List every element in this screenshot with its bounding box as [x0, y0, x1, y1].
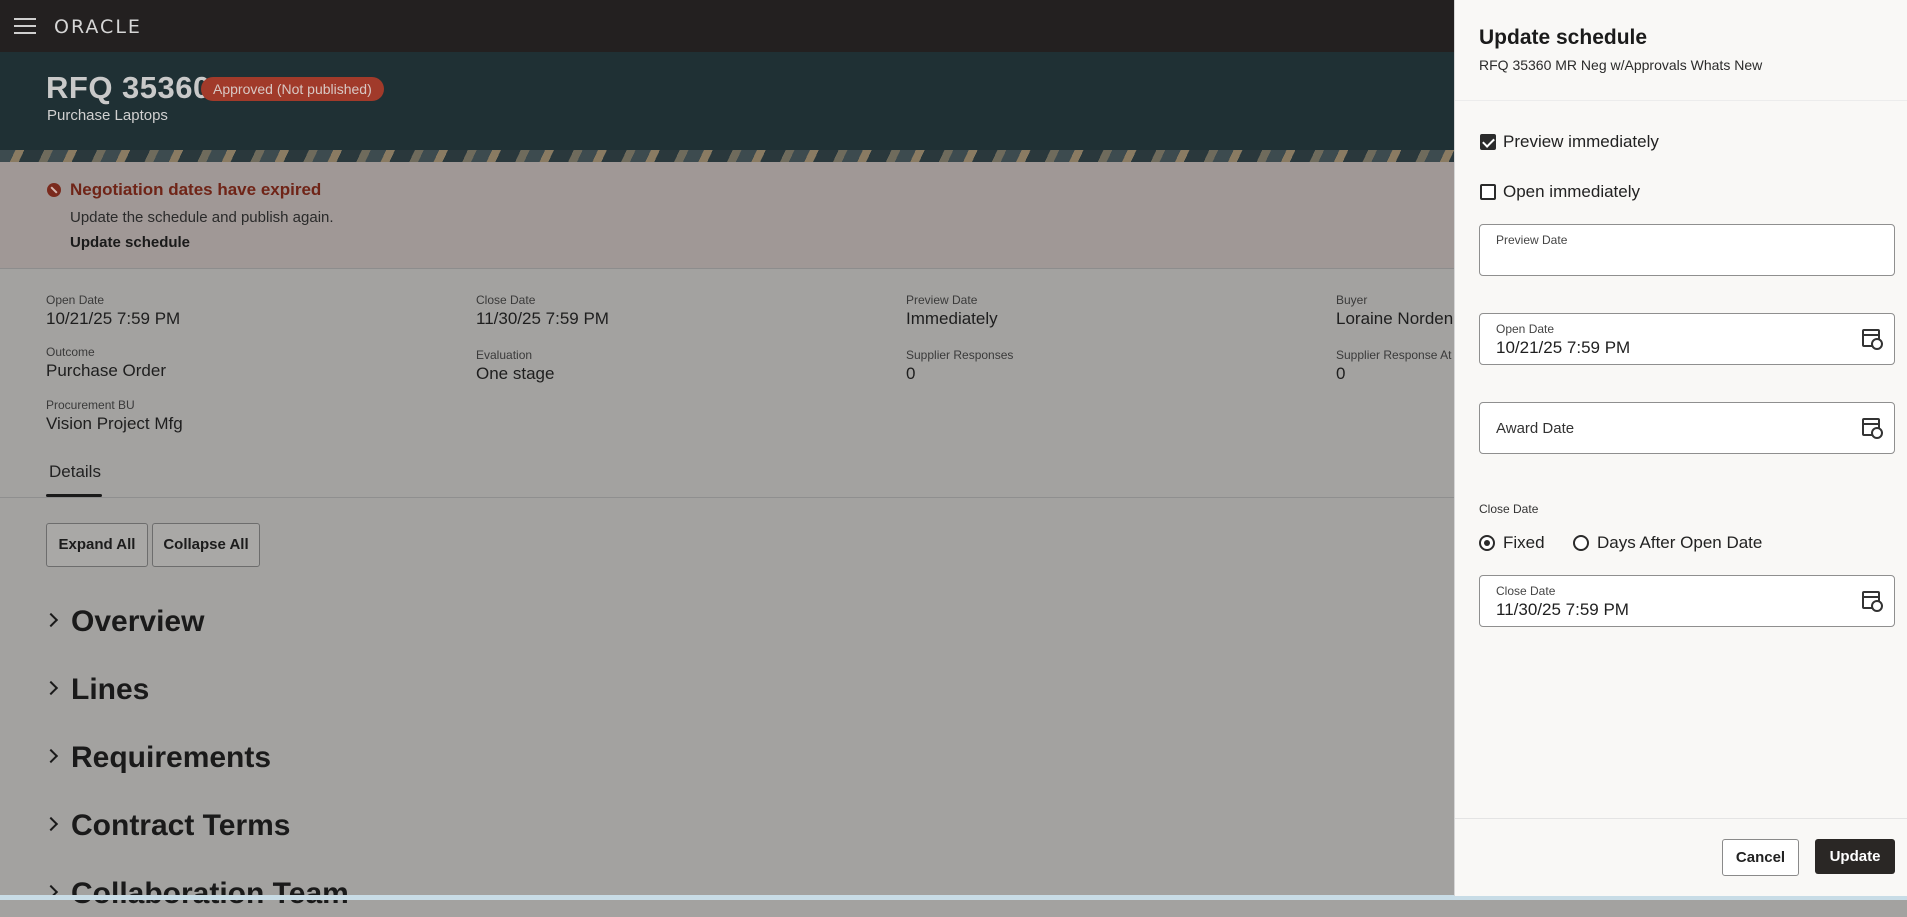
chevron-right-icon	[43, 748, 59, 764]
evaluation-field: Evaluation One stage	[476, 348, 554, 384]
close-date-fixed-label[interactable]: Fixed	[1503, 533, 1545, 553]
input-label: Open Date	[1496, 322, 1555, 336]
cancel-button[interactable]: Cancel	[1722, 839, 1799, 876]
chevron-right-icon	[43, 612, 59, 628]
status-badge: Approved (Not published)	[201, 77, 384, 101]
update-button[interactable]: Update	[1815, 839, 1895, 874]
input-label: Preview Date	[1496, 233, 1568, 247]
section-title: Lines	[71, 673, 150, 706]
section-title: Collaboration Team	[71, 877, 349, 910]
input-label: Close Date	[1496, 584, 1556, 598]
error-icon	[47, 183, 61, 197]
preview-date-input[interactable]: Preview Date	[1479, 224, 1895, 276]
drawer-footer-divider	[1455, 818, 1907, 819]
award-date-input[interactable]: Award Date	[1479, 402, 1895, 454]
error-message: Update the schedule and publish again.	[70, 209, 334, 226]
oracle-logo: ORACLE	[54, 16, 142, 38]
open-date-input[interactable]: Open Date 10/21/25 7:59 PM	[1479, 313, 1895, 365]
update-schedule-drawer: Update schedule RFQ 35360 MR Neg w/Appro…	[1454, 0, 1907, 896]
field-value: One stage	[476, 364, 555, 383]
field-label: Preview Date	[906, 293, 978, 307]
menu-icon[interactable]	[14, 18, 36, 34]
field-label: Close Date	[476, 293, 536, 307]
update-schedule-link[interactable]: Update schedule	[70, 234, 190, 251]
section-title: Contract Terms	[71, 809, 291, 842]
field-label: Evaluation	[476, 348, 533, 362]
open-immediately-checkbox[interactable]	[1480, 184, 1496, 200]
field-value: 10/21/25 7:59 PM	[46, 309, 181, 328]
page-title: RFQ 35360	[46, 70, 211, 105]
supplier-responses-field: Supplier Responses 0	[906, 348, 1013, 384]
chevron-right-icon	[43, 816, 59, 832]
close-date-input[interactable]: Close Date 11/30/25 7:59 PM	[1479, 575, 1895, 627]
calendar-icon[interactable]	[1862, 591, 1883, 612]
tab-divider	[0, 497, 1455, 498]
drawer-subtitle: RFQ 35360 MR Neg w/Approvals Whats New	[1479, 57, 1763, 73]
page-subtitle: Purchase Laptops	[47, 107, 168, 124]
drawer-title: Update schedule	[1479, 26, 1648, 49]
calendar-icon[interactable]	[1862, 329, 1883, 350]
section-title: Requirements	[71, 741, 272, 774]
open-date-field: Open Date 10/21/25 7:59 PM	[46, 293, 180, 329]
buyer-field: Buyer Loraine Norden	[1336, 293, 1453, 329]
field-value: Vision Project Mfg	[46, 414, 183, 433]
field-value: 0	[1336, 364, 1346, 383]
calendar-icon[interactable]	[1862, 418, 1883, 439]
field-value: 11/30/25 7:59 PM	[476, 309, 609, 328]
close-date-days-after-radio[interactable]	[1573, 535, 1589, 551]
field-label: Open Date	[46, 293, 105, 307]
section-title: Overview	[71, 605, 205, 638]
tab-details[interactable]: Details	[49, 462, 101, 482]
preview-date-field: Preview Date Immediately	[906, 293, 998, 329]
close-date-field: Close Date 11/30/25 7:59 PM	[476, 293, 609, 329]
field-label: Supplier Responses	[906, 348, 1014, 362]
collapse-all-button[interactable]: Collapse All	[152, 523, 260, 567]
procurement-bu-field: Procurement BU Vision Project Mfg	[46, 398, 183, 434]
field-label: Buyer	[1336, 293, 1368, 307]
field-value: Loraine Norden	[1336, 309, 1454, 328]
drawer-divider	[1455, 100, 1907, 101]
field-label: Supplier Response At	[1336, 348, 1452, 362]
open-immediately-label[interactable]: Open immediately	[1503, 182, 1640, 202]
field-value: Purchase Order	[46, 361, 166, 380]
field-label: Outcome	[46, 345, 95, 359]
input-value: 10/21/25 7:59 PM	[1496, 338, 1631, 357]
supplier-response-at-field: Supplier Response At 0	[1336, 348, 1451, 384]
input-value: 11/30/25 7:59 PM	[1496, 600, 1629, 619]
expand-all-button[interactable]: Expand All	[46, 523, 148, 567]
field-value: Immediately	[906, 309, 998, 328]
preview-immediately-checkbox[interactable]	[1480, 134, 1496, 150]
close-date-fixed-radio[interactable]	[1479, 535, 1495, 551]
input-label: Award Date	[1496, 420, 1575, 437]
field-label: Procurement BU	[46, 398, 135, 412]
preview-immediately-label[interactable]: Preview immediately	[1503, 132, 1659, 152]
close-date-group-label: Close Date	[1479, 502, 1539, 516]
close-date-days-after-label[interactable]: Days After Open Date	[1597, 533, 1762, 553]
outcome-field: Outcome Purchase Order	[46, 345, 166, 381]
error-title: Negotiation dates have expired	[70, 180, 322, 199]
chevron-right-icon	[43, 680, 59, 696]
field-value: 0	[906, 364, 916, 383]
